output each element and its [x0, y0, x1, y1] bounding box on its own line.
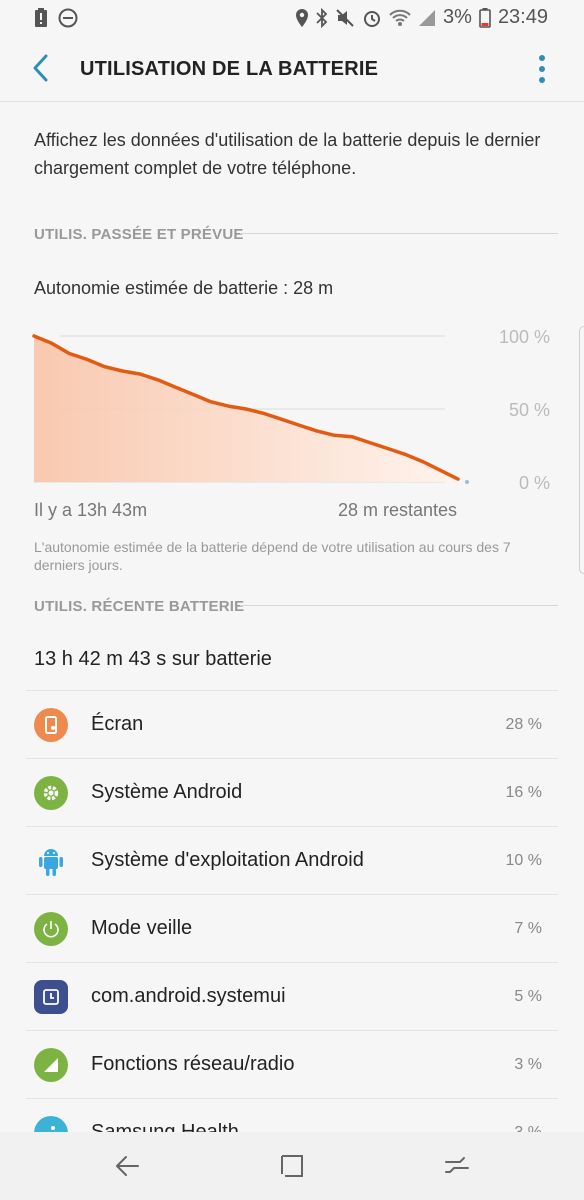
scroll-indicator[interactable] [579, 326, 584, 574]
list-item-label: Fonctions réseau/radio [91, 1053, 295, 1075]
app-usage-list: Écran 28 % Système Android 16 % Système … [26, 690, 558, 1166]
estimate-note: L'autonomie estimée de la batterie dépen… [34, 539, 511, 573]
list-item-label: com.android.systemui [91, 985, 286, 1007]
battery-usage-chart: 100 % 50 % 0 % [32, 327, 550, 493]
list-item[interactable]: com.android.systemui 5 % [26, 962, 558, 1030]
list-item[interactable]: Fonctions réseau/radio 3 % [26, 1030, 558, 1098]
list-item[interactable]: Système d'exploitation Android 10 % [26, 826, 558, 894]
wifi-icon [389, 9, 411, 26]
signal-icon [34, 1048, 68, 1082]
signal-icon [419, 9, 436, 26]
chart-x-end-label: 28 m restantes [338, 500, 458, 520]
chart-y-tick-label: 0 % [519, 473, 550, 493]
mute-icon [336, 8, 354, 27]
chart-x-start-label: Il y a 13h 43m [34, 500, 148, 520]
power-icon [34, 912, 68, 946]
nav-recents-icon[interactable] [438, 1150, 474, 1182]
status-bar: 3% 23:49 [0, 0, 584, 36]
clock: 23:49 [497, 6, 548, 28]
battery-low-icon [479, 7, 491, 28]
bluetooth-icon [316, 7, 328, 28]
alarm-icon [364, 10, 381, 27]
back-arrow-icon[interactable] [26, 50, 56, 86]
list-item-label: Système Android [91, 781, 243, 803]
location-icon [296, 8, 309, 27]
more-options-icon[interactable] [536, 52, 548, 86]
list-item-label: Mode veille [91, 917, 193, 939]
status-left [34, 8, 78, 28]
section-divider [240, 605, 558, 606]
do-not-disturb-icon [58, 8, 78, 28]
list-item[interactable]: Système Android 16 % [26, 758, 558, 826]
status-right: 3% 23:49 [295, 6, 548, 29]
list-item-percent: 10 % [505, 852, 542, 869]
time-on-battery: 13 h 42 m 43 s sur batterie [34, 648, 272, 670]
navigation-bar [0, 1132, 584, 1200]
intro-text: Affichez les données d'utilisation de la… [34, 130, 541, 178]
list-item-percent: 16 % [505, 784, 542, 801]
app-bar: UTILISATION DE LA BATTERIE [0, 36, 584, 100]
battery-alert-icon [35, 8, 47, 27]
nav-home-icon[interactable] [274, 1150, 310, 1182]
chart-y-tick-label: 100 % [499, 327, 550, 347]
chart-y-tick-label: 50 % [509, 400, 550, 420]
list-item-percent: 28 % [505, 716, 542, 733]
android-icon [34, 844, 68, 878]
list-item-label: Écran [91, 713, 144, 735]
page-title: UTILISATION DE LA BATTERIE [80, 58, 379, 80]
list-item-percent: 5 % [514, 988, 542, 1005]
section-heading-recent: UTILIS. RÉCENTE BATTERIE [34, 598, 245, 615]
section-divider [240, 233, 558, 234]
list-item-percent: 7 % [514, 920, 542, 937]
section-heading-past: UTILIS. PASSÉE ET PRÉVUE [34, 226, 244, 243]
battery-percent: 3% [443, 6, 472, 28]
gear-icon [34, 776, 68, 810]
header-divider [0, 101, 584, 102]
estimated-autonomy: Autonomie estimée de batterie : 28 m [34, 278, 334, 298]
chart-end-point [465, 480, 469, 484]
list-item[interactable]: Mode veille 7 % [26, 894, 558, 962]
screen-icon [34, 708, 68, 742]
list-item-label: Système d'exploitation Android [91, 849, 364, 871]
systemui-icon [34, 980, 68, 1014]
list-item-percent: 3 % [514, 1056, 542, 1073]
nav-back-icon[interactable] [110, 1150, 146, 1182]
list-item[interactable]: Écran 28 % [26, 690, 558, 758]
